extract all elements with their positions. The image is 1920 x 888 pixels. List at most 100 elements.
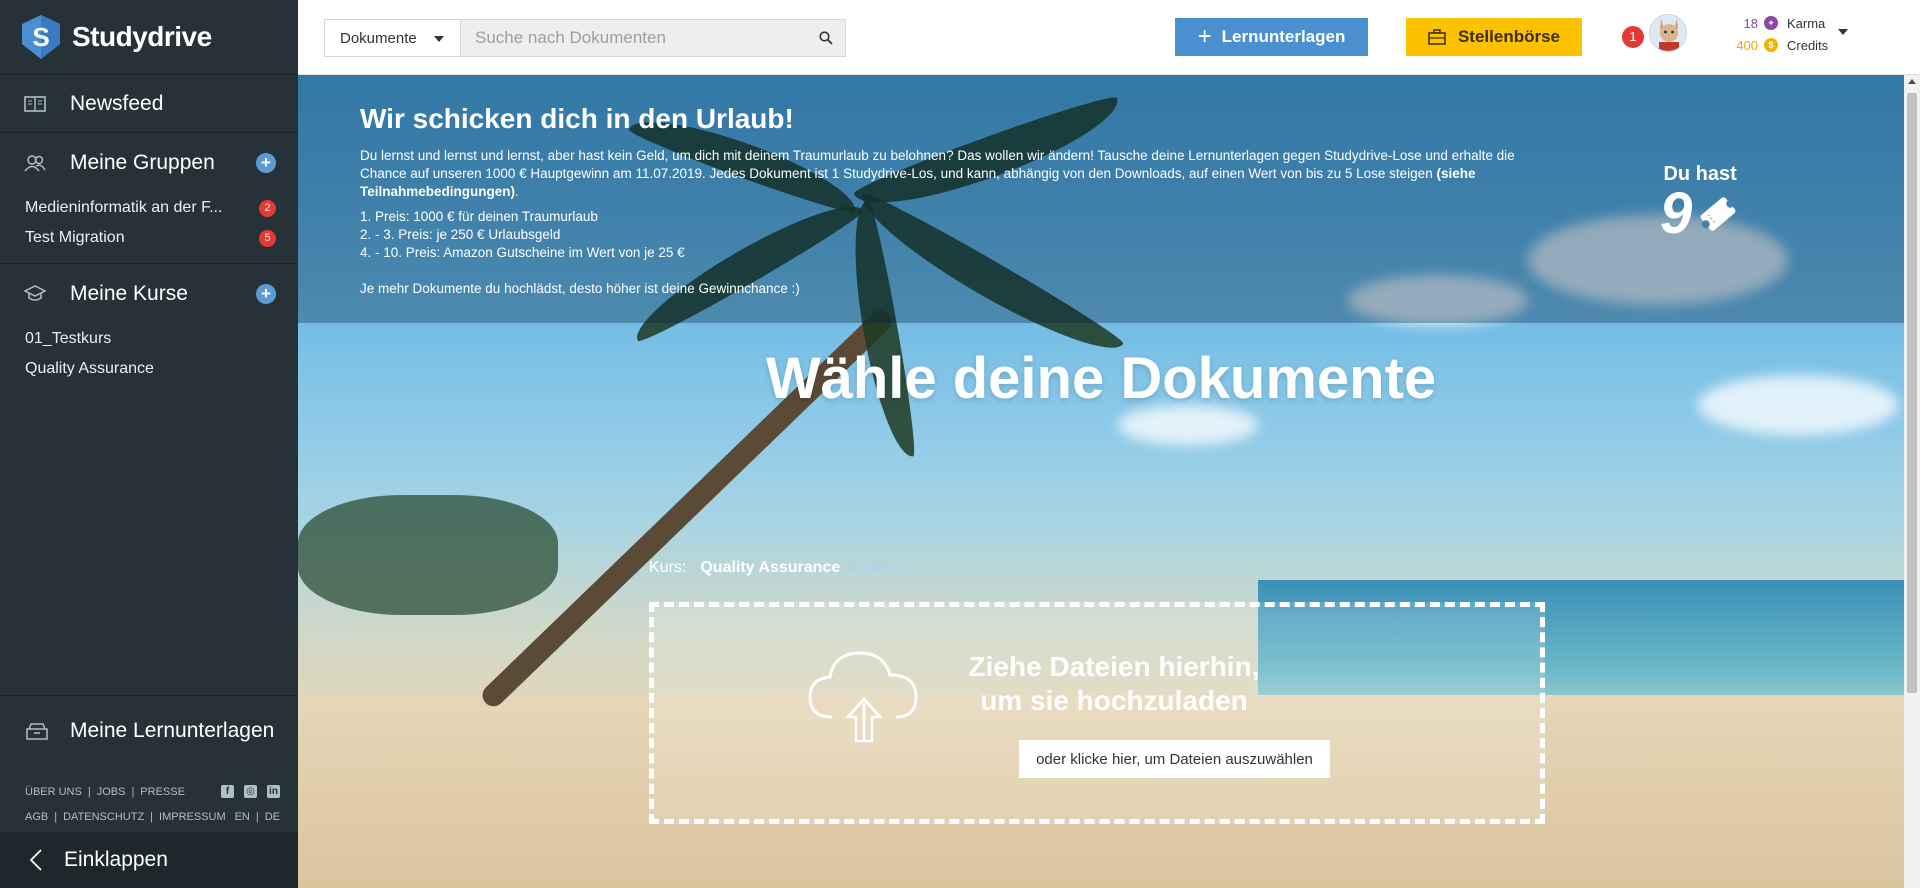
promo-footer: Je mehr Dokumente du hochlädst, desto hö…	[360, 281, 800, 296]
logo[interactable]: S Studydrive	[0, 0, 298, 75]
credits-value: 400	[1736, 37, 1758, 53]
upload-materials-button[interactable]: + Lernunterlagen	[1175, 18, 1368, 56]
dropzone-title: Ziehe Dateien hierhin, um sie hochzulade…	[968, 651, 1260, 716]
sidebar-item-my-materials[interactable]: Meine Lernunterlagen	[0, 695, 298, 765]
search-icon	[819, 31, 833, 45]
studydrive-logo-icon: S	[22, 15, 60, 59]
button-label: Stellenbörse	[1457, 27, 1561, 46]
sidebar-item-group[interactable]: Medieninformatik an der F... 2	[0, 193, 298, 223]
footer-link-imprint[interactable]: IMPRESSUM	[159, 811, 226, 823]
karma-value: 18	[1743, 15, 1758, 31]
prize-item: 1. Preis: 1000 € für deinen Traumurlaub	[360, 209, 598, 224]
karma-icon: ✦	[1764, 16, 1778, 30]
scroll-up-icon[interactable]	[1908, 79, 1916, 84]
top-bar: Dokumente + Lernunterlagen Stellenbörse …	[298, 0, 1920, 75]
chevron-down-icon[interactable]	[1838, 29, 1848, 35]
graduation-cap-icon	[24, 285, 46, 301]
sidebar-item-label: Meine Lernunterlagen	[70, 718, 275, 742]
course-row: Kurs: Quality Assurance ändern	[649, 559, 898, 577]
user-stats[interactable]: 18 ✦ Karma 400 $ Credits	[1728, 12, 1828, 56]
promo-title: Wir schicken dich in den Urlaub!	[360, 103, 794, 134]
footer-link-about[interactable]: ÜBER UNS	[25, 786, 82, 798]
course-label: 01_Testkurs	[25, 330, 112, 347]
sidebar-item-course[interactable]: Quality Assurance	[0, 354, 298, 384]
change-course-link[interactable]: ändern	[848, 559, 898, 577]
prize-item: 2. - 3. Preis: je 250 € Urlaubsgeld	[360, 227, 561, 242]
footer-link-agb[interactable]: AGB	[25, 811, 48, 823]
credits-label: Credits	[1787, 37, 1829, 53]
course-label: Kurs:	[649, 559, 687, 576]
sidebar-item-groups[interactable]: Meine Gruppen +	[0, 133, 298, 193]
collapse-label: Einklappen	[64, 848, 168, 871]
archive-icon	[26, 722, 48, 740]
credits-row: 400 $ Credits	[1728, 34, 1828, 56]
user-avatar-icon	[1659, 19, 1679, 51]
footer-link-privacy[interactable]: DATENSCHUTZ	[63, 811, 144, 823]
karma-label: Karma	[1787, 15, 1826, 31]
lang-en[interactable]: EN	[235, 811, 250, 823]
scrollbar-thumb[interactable]	[1907, 93, 1917, 693]
svg-text:S: S	[32, 22, 49, 52]
search-button[interactable]	[807, 20, 845, 56]
groups-section: Meine Gruppen + Medieninformatik an der …	[0, 133, 298, 264]
job-board-button[interactable]: Stellenbörse	[1406, 18, 1582, 56]
file-dropzone[interactable]: Ziehe Dateien hierhin, um sie hochzulade…	[649, 602, 1545, 824]
notification-badge: 5	[259, 229, 276, 247]
sidebar-item-label: Meine Gruppen	[70, 151, 215, 174]
chevron-left-icon	[30, 849, 42, 871]
main-content: Wir schicken dich in den Urlaub! Du lern…	[298, 75, 1904, 888]
group-label: Medieninformatik an der F...	[25, 199, 223, 216]
button-label: Lernunterlagen	[1221, 27, 1346, 46]
select-files-button[interactable]: oder klicke hier, um Dateien auszuwählen	[1019, 740, 1330, 778]
prize-list: 1. Preis: 1000 € für deinen Traumurlaub …	[360, 208, 685, 262]
collapse-sidebar-button[interactable]: Einklappen	[0, 832, 298, 888]
sidebar-footer: ÜBER UNS | JOBS | PRESSE f ◎ in AGB | DATEN…	[25, 785, 280, 823]
course-label: Quality Assurance	[25, 360, 154, 377]
add-course-button[interactable]: +	[256, 284, 276, 304]
search-input[interactable]	[461, 20, 807, 56]
search-scope-select[interactable]: Dokumente	[325, 20, 461, 56]
sidebar-item-newsfeed[interactable]: Newsfeed	[0, 75, 298, 133]
page-title: Wähle deine Dokumente	[765, 346, 1437, 411]
prize-item: 4. - 10. Preis: Amazon Gutscheine im Wer…	[360, 245, 685, 260]
chevron-down-icon	[434, 36, 444, 42]
sidebar-item-label: Newsfeed	[70, 91, 164, 115]
promo-banner: Wir schicken dich in den Urlaub! Du lern…	[298, 75, 1904, 323]
karma-row: 18 ✦ Karma	[1728, 12, 1828, 34]
facebook-icon[interactable]: f	[221, 785, 234, 798]
briefcase-icon	[1428, 29, 1446, 45]
sidebar: S Studydrive Newsfeed Meine Gruppen + Me…	[0, 0, 298, 888]
ticket-counter: Du hast 9	[1660, 163, 1740, 246]
brand-name: Studydrive	[72, 21, 212, 52]
ticket-count-row: 9	[1660, 181, 1740, 246]
group-label: Test Migration	[25, 229, 125, 246]
notification-badge[interactable]: 1	[1622, 26, 1644, 48]
foliage-decoration	[298, 495, 558, 615]
sidebar-item-course[interactable]: 01_Testkurs	[0, 324, 298, 354]
sidebar-item-group[interactable]: Test Migration 5	[0, 223, 298, 253]
sidebar-item-courses[interactable]: Meine Kurse +	[0, 264, 298, 324]
courses-section: Meine Kurse + 01_Testkurs Quality Assura…	[0, 264, 298, 394]
footer-link-press[interactable]: PRESSE	[140, 786, 185, 798]
promo-text: Du lernst und lernst und lernst, aber ha…	[360, 148, 1515, 199]
lang-de[interactable]: DE	[265, 811, 280, 823]
group-icon	[24, 155, 46, 172]
course-value: Quality Assurance	[700, 559, 841, 576]
notification-badge: 2	[259, 199, 276, 217]
promo-description: Du lernst und lernst und lernst, aber ha…	[360, 148, 1515, 181]
add-group-button[interactable]: +	[256, 153, 276, 173]
search-bar: Dokumente	[324, 19, 846, 57]
linkedin-icon[interactable]: in	[267, 785, 280, 798]
footer-link-jobs[interactable]: JOBS	[97, 786, 126, 798]
scrollbar[interactable]	[1904, 75, 1920, 888]
credits-coin-icon: $	[1764, 38, 1778, 52]
ticket-count: 9	[1660, 181, 1693, 246]
ticket-icon	[1700, 197, 1736, 231]
search-scope-value: Dokumente	[340, 29, 417, 47]
avatar[interactable]	[1649, 14, 1687, 52]
cloud-upload-icon	[808, 651, 918, 743]
newspaper-icon	[24, 95, 46, 112]
sidebar-item-label: Meine Kurse	[70, 282, 188, 305]
instagram-icon[interactable]: ◎	[244, 785, 257, 798]
plus-icon: +	[1197, 23, 1212, 50]
